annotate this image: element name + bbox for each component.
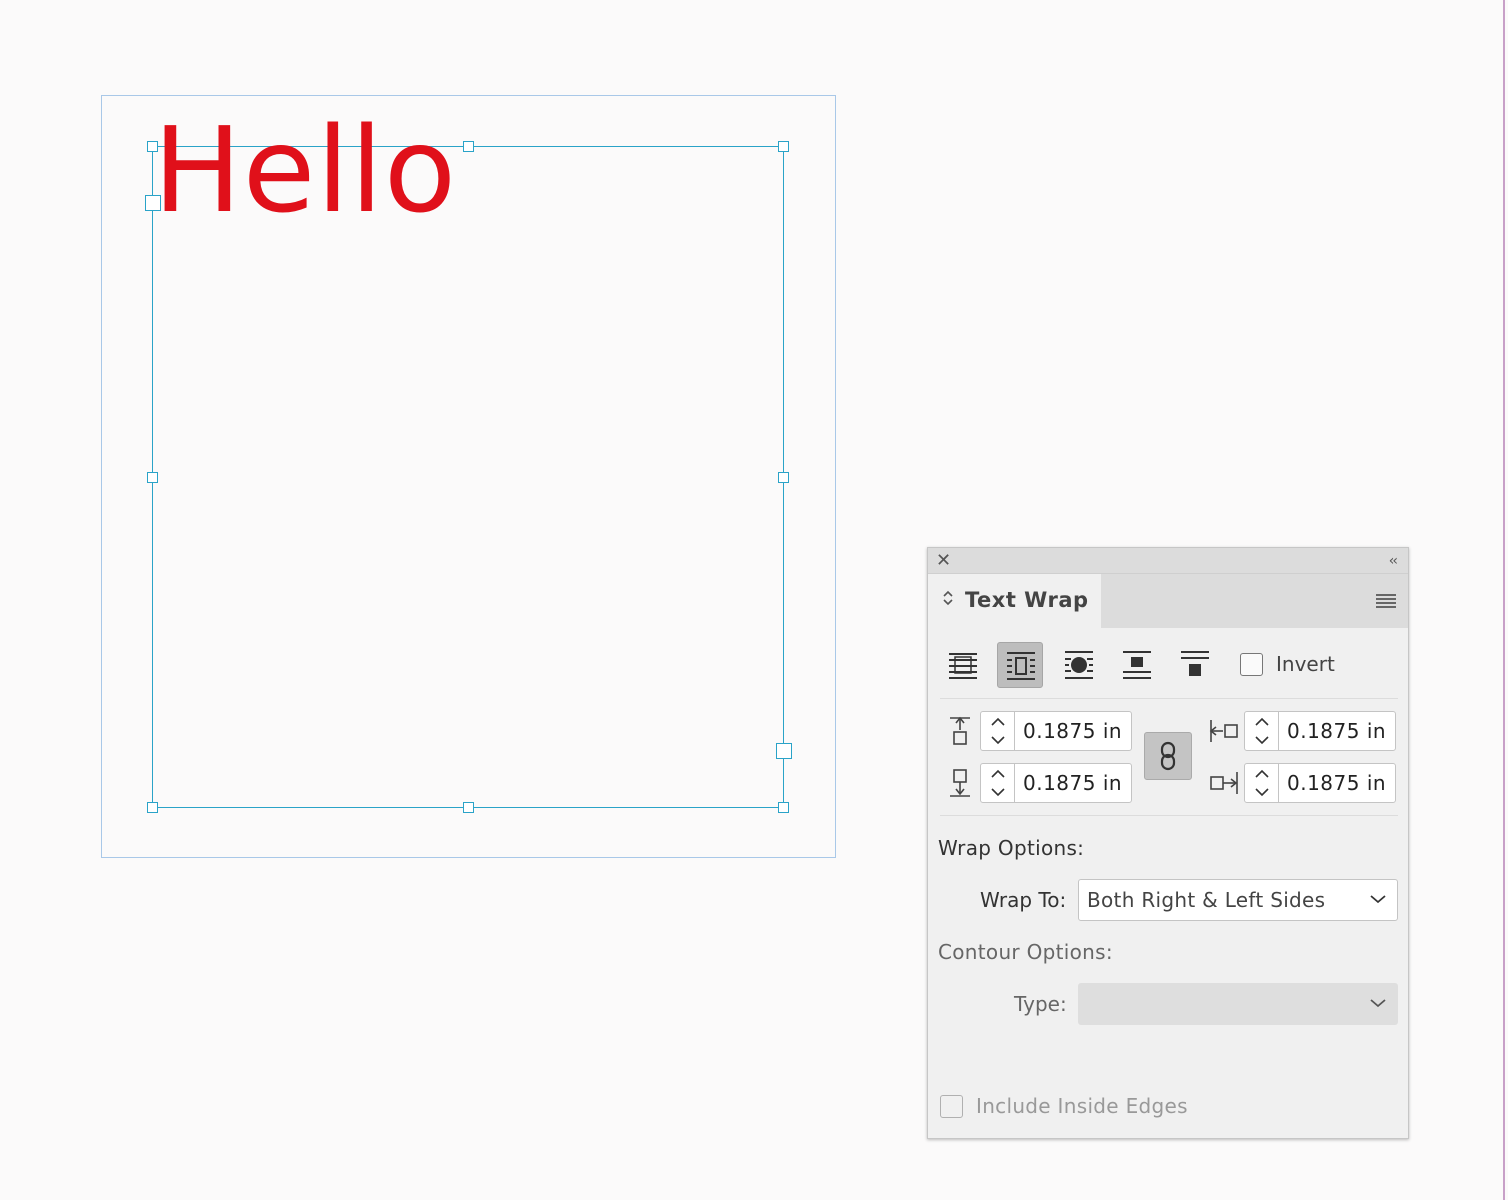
no-wrap-icon <box>949 653 977 679</box>
jump-object-button[interactable] <box>1114 642 1160 688</box>
text-port-out[interactable] <box>776 743 792 759</box>
chevron-down-icon <box>1370 999 1386 1008</box>
top-offset-value[interactable]: 0.1875 in <box>1023 719 1122 743</box>
wrap-options-heading: Wrap Options: <box>938 836 1085 860</box>
wrap-to-label: Wrap To: <box>980 888 1067 912</box>
panel-menu-icon[interactable] <box>1376 594 1396 608</box>
frame-handle-bottom-center[interactable] <box>463 802 474 813</box>
right-offset-icon <box>1209 768 1238 798</box>
close-icon[interactable]: ✕ <box>936 550 951 572</box>
contour-options-heading: Contour Options: <box>938 940 1113 964</box>
frame-handle-middle-right[interactable] <box>778 472 789 483</box>
top-offset-stepper[interactable] <box>981 712 1015 750</box>
make-all-settings-same-button[interactable] <box>1144 732 1192 780</box>
wrap-to-dropdown[interactable]: Both Right & Left Sides <box>1078 879 1398 921</box>
graphic-frame[interactable] <box>152 146 784 808</box>
left-offset-stepper[interactable] <box>1245 712 1279 750</box>
collapse-icon[interactable]: ‹‹ <box>1389 550 1398 572</box>
divider <box>940 698 1398 699</box>
frame-handle-top-right[interactable] <box>778 141 789 152</box>
panel-title-bar: ✕ ‹‹ <box>928 548 1408 574</box>
wrap-to-value: Both Right & Left Sides <box>1087 888 1326 912</box>
bottom-offset-stepper[interactable] <box>981 764 1015 802</box>
chain-link-icon <box>1160 741 1176 771</box>
invert-checkbox[interactable] <box>1240 653 1263 676</box>
jump-to-next-column-button[interactable] <box>1172 642 1218 688</box>
type-label: Type: <box>1014 992 1067 1016</box>
right-offset-field[interactable]: 0.1875 in <box>1244 763 1396 803</box>
bottom-offset-value[interactable]: 0.1875 in <box>1023 771 1122 795</box>
top-offset-field[interactable]: 0.1875 in <box>980 711 1132 751</box>
right-offset-value[interactable]: 0.1875 in <box>1287 771 1386 795</box>
jump-next-column-icon <box>1181 651 1209 676</box>
panel-tab-strip: Text Wrap <box>928 574 1408 630</box>
text-wrap-panel: ✕ ‹‹ Text Wrap Invert 0.1875 in 0.1875 i… <box>927 547 1409 1139</box>
bottom-offset-icon <box>946 768 974 798</box>
invert-label: Invert <box>1276 652 1335 676</box>
include-inside-edges-checkbox[interactable] <box>940 1095 963 1118</box>
left-offset-field[interactable]: 0.1875 in <box>1244 711 1396 751</box>
left-offset-icon <box>1209 716 1238 746</box>
window-edge <box>1503 0 1505 1200</box>
wrap-bounding-box-button[interactable] <box>997 642 1043 688</box>
frame-handle-top-left[interactable] <box>147 141 158 152</box>
divider <box>940 815 1398 816</box>
wrap-bounding-box-icon <box>1007 652 1035 680</box>
right-offset-stepper[interactable] <box>1245 764 1279 802</box>
frame-handle-bottom-right[interactable] <box>778 802 789 813</box>
left-offset-value[interactable]: 0.1875 in <box>1287 719 1386 743</box>
chevron-down-icon <box>1370 895 1386 904</box>
jump-object-icon <box>1123 651 1151 679</box>
frame-handle-bottom-left[interactable] <box>147 802 158 813</box>
tab-text-wrap[interactable]: Text Wrap <box>928 574 1101 630</box>
include-inside-edges-label: Include Inside Edges <box>976 1094 1188 1118</box>
panel-title: Text Wrap <box>965 588 1089 612</box>
text-port-in[interactable] <box>145 195 161 211</box>
contour-type-dropdown[interactable] <box>1078 983 1398 1025</box>
no-text-wrap-button[interactable] <box>940 642 986 688</box>
frame-handle-top-center[interactable] <box>463 141 474 152</box>
bottom-offset-field[interactable]: 0.1875 in <box>980 763 1132 803</box>
tab-expand-icon[interactable] <box>942 590 954 607</box>
wrap-shape-icon <box>1065 651 1093 679</box>
text-hello[interactable]: Hello <box>153 100 457 240</box>
frame-handle-middle-left[interactable] <box>147 472 158 483</box>
top-offset-icon <box>946 716 974 746</box>
wrap-object-shape-button[interactable] <box>1056 642 1102 688</box>
